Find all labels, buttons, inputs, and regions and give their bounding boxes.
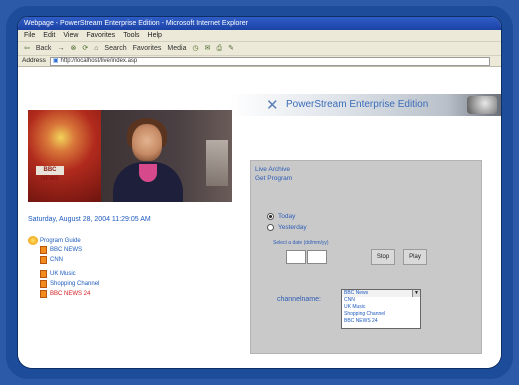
banner-photo [467, 96, 497, 114]
tree-item-label: BBC NEWS 24 [50, 291, 91, 297]
panel-title: Live Archive [255, 166, 291, 173]
current-datetime: Saturday, August 28, 2004 11:29:05 AM [28, 216, 151, 223]
tree-item-cnn[interactable]: CNN [40, 256, 63, 264]
video-left-graphic: BBC NEWS [28, 110, 101, 202]
anchor-collar [139, 164, 157, 182]
channel-option[interactable]: BBC News [342, 290, 420, 297]
channel-icon [40, 246, 47, 254]
refresh-icon[interactable]: ⟳ [82, 42, 88, 55]
tree-item-bbc-news[interactable]: BBC NEWS [40, 246, 82, 254]
channel-icon [40, 290, 47, 298]
page-icon: ▣ [52, 57, 59, 64]
browser-window: Webpage - PowerStream Enterprise Edition… [18, 17, 501, 368]
brand-title: PowerStream Enterprise Edition [286, 99, 429, 110]
address-bar: Address ▣ http://localhost/live/index.as… [18, 55, 501, 67]
title-bar: Webpage - PowerStream Enterprise Edition… [18, 17, 501, 30]
radio-yesterday[interactable]: Yesterday [267, 224, 307, 231]
video-player[interactable]: BBC NEWS [28, 110, 232, 202]
channel-label: channelname: [277, 296, 321, 303]
powerstream-logo-icon: ✕ [266, 97, 279, 114]
video-background-prop [206, 140, 228, 186]
tree-item-label: UK Music [50, 271, 76, 277]
channel-option[interactable]: UK Music [342, 304, 420, 311]
dropdown-arrow-icon[interactable]: ▼ [412, 290, 420, 297]
media-button[interactable]: Media [167, 42, 186, 55]
tree-item-label: CNN [50, 257, 63, 263]
channel-icon [40, 280, 47, 288]
channel-logo: BBC NEWS [36, 166, 64, 182]
radio-yesterday-label: Yesterday [278, 224, 307, 231]
tree-root-label: Program Guide [40, 237, 81, 244]
menu-help[interactable]: Help [148, 30, 162, 41]
channel-option[interactable]: BBC NEWS 24 [342, 318, 420, 325]
archive-panel: Live Archive Get Program Today Yesterday… [250, 160, 482, 354]
channel-option[interactable]: CNN [342, 297, 420, 304]
program-guide-icon [28, 236, 38, 245]
menu-edit[interactable]: Edit [43, 30, 55, 41]
date-input-1[interactable] [286, 250, 306, 264]
brand-banner: ✕ PowerStream Enterprise Edition [230, 94, 501, 116]
search-button[interactable]: Search [104, 42, 126, 55]
channel-icon [40, 270, 47, 278]
toolbar: ⇦ Back → ⊗ ⟳ ⌂ Search Favorites Media ◷ … [18, 41, 501, 55]
play-button[interactable]: Play [403, 249, 427, 265]
radio-today-dot[interactable] [267, 213, 274, 220]
tree-item-shopping[interactable]: Shopping Channel [40, 280, 99, 288]
stop-icon[interactable]: ⊗ [70, 42, 76, 55]
anchor-face [132, 124, 162, 161]
address-input[interactable]: ▣ http://localhost/live/index.asp [49, 56, 490, 66]
home-icon[interactable]: ⌂ [94, 42, 98, 55]
date-input-2[interactable] [307, 250, 327, 264]
radio-today[interactable]: Today [267, 213, 295, 220]
back-button[interactable]: Back [36, 42, 52, 55]
tree-item-label: Shopping Channel [50, 281, 100, 287]
address-label: Address [22, 57, 46, 64]
stop-button[interactable]: Stop [371, 249, 395, 265]
tree-item-uk-music[interactable]: UK Music [40, 270, 76, 278]
mail-icon[interactable]: ✉ [205, 42, 211, 55]
radio-today-label: Today [278, 213, 296, 220]
page-content: ✕ PowerStream Enterprise Edition BBC NEW… [18, 68, 501, 368]
date-hint: Select a date (dd/mm/yy) [273, 240, 329, 246]
menu-tools[interactable]: Tools [123, 30, 139, 41]
menu-view[interactable]: View [63, 30, 78, 41]
tree-root[interactable]: Program Guide [28, 236, 81, 245]
back-arrow-icon[interactable]: ⇦ [24, 42, 30, 55]
channel-select[interactable]: BBC News CNN UK Music Shopping Channel B… [341, 289, 421, 329]
menu-file[interactable]: File [24, 30, 35, 41]
edit-icon[interactable]: ✎ [228, 42, 234, 55]
menu-bar: File Edit View Favorites Tools Help [18, 30, 501, 41]
address-value: http://localhost/live/index.asp [60, 57, 138, 64]
print-icon[interactable]: ⎙ [216, 42, 222, 55]
forward-button[interactable]: → [57, 42, 64, 55]
channel-icon [40, 256, 47, 264]
menu-favorites[interactable]: Favorites [86, 30, 115, 41]
history-icon[interactable]: ◷ [192, 42, 198, 55]
tree-item-bbc-news-24[interactable]: BBC NEWS 24 [40, 290, 90, 298]
tree-item-label: BBC NEWS [50, 247, 83, 253]
radio-yesterday-dot[interactable] [267, 224, 274, 231]
video-anchor-scene [101, 110, 232, 202]
panel-subtitle: Get Program [255, 175, 293, 182]
favorites-button[interactable]: Favorites [133, 42, 162, 55]
channel-option[interactable]: Shopping Channel [342, 311, 420, 318]
